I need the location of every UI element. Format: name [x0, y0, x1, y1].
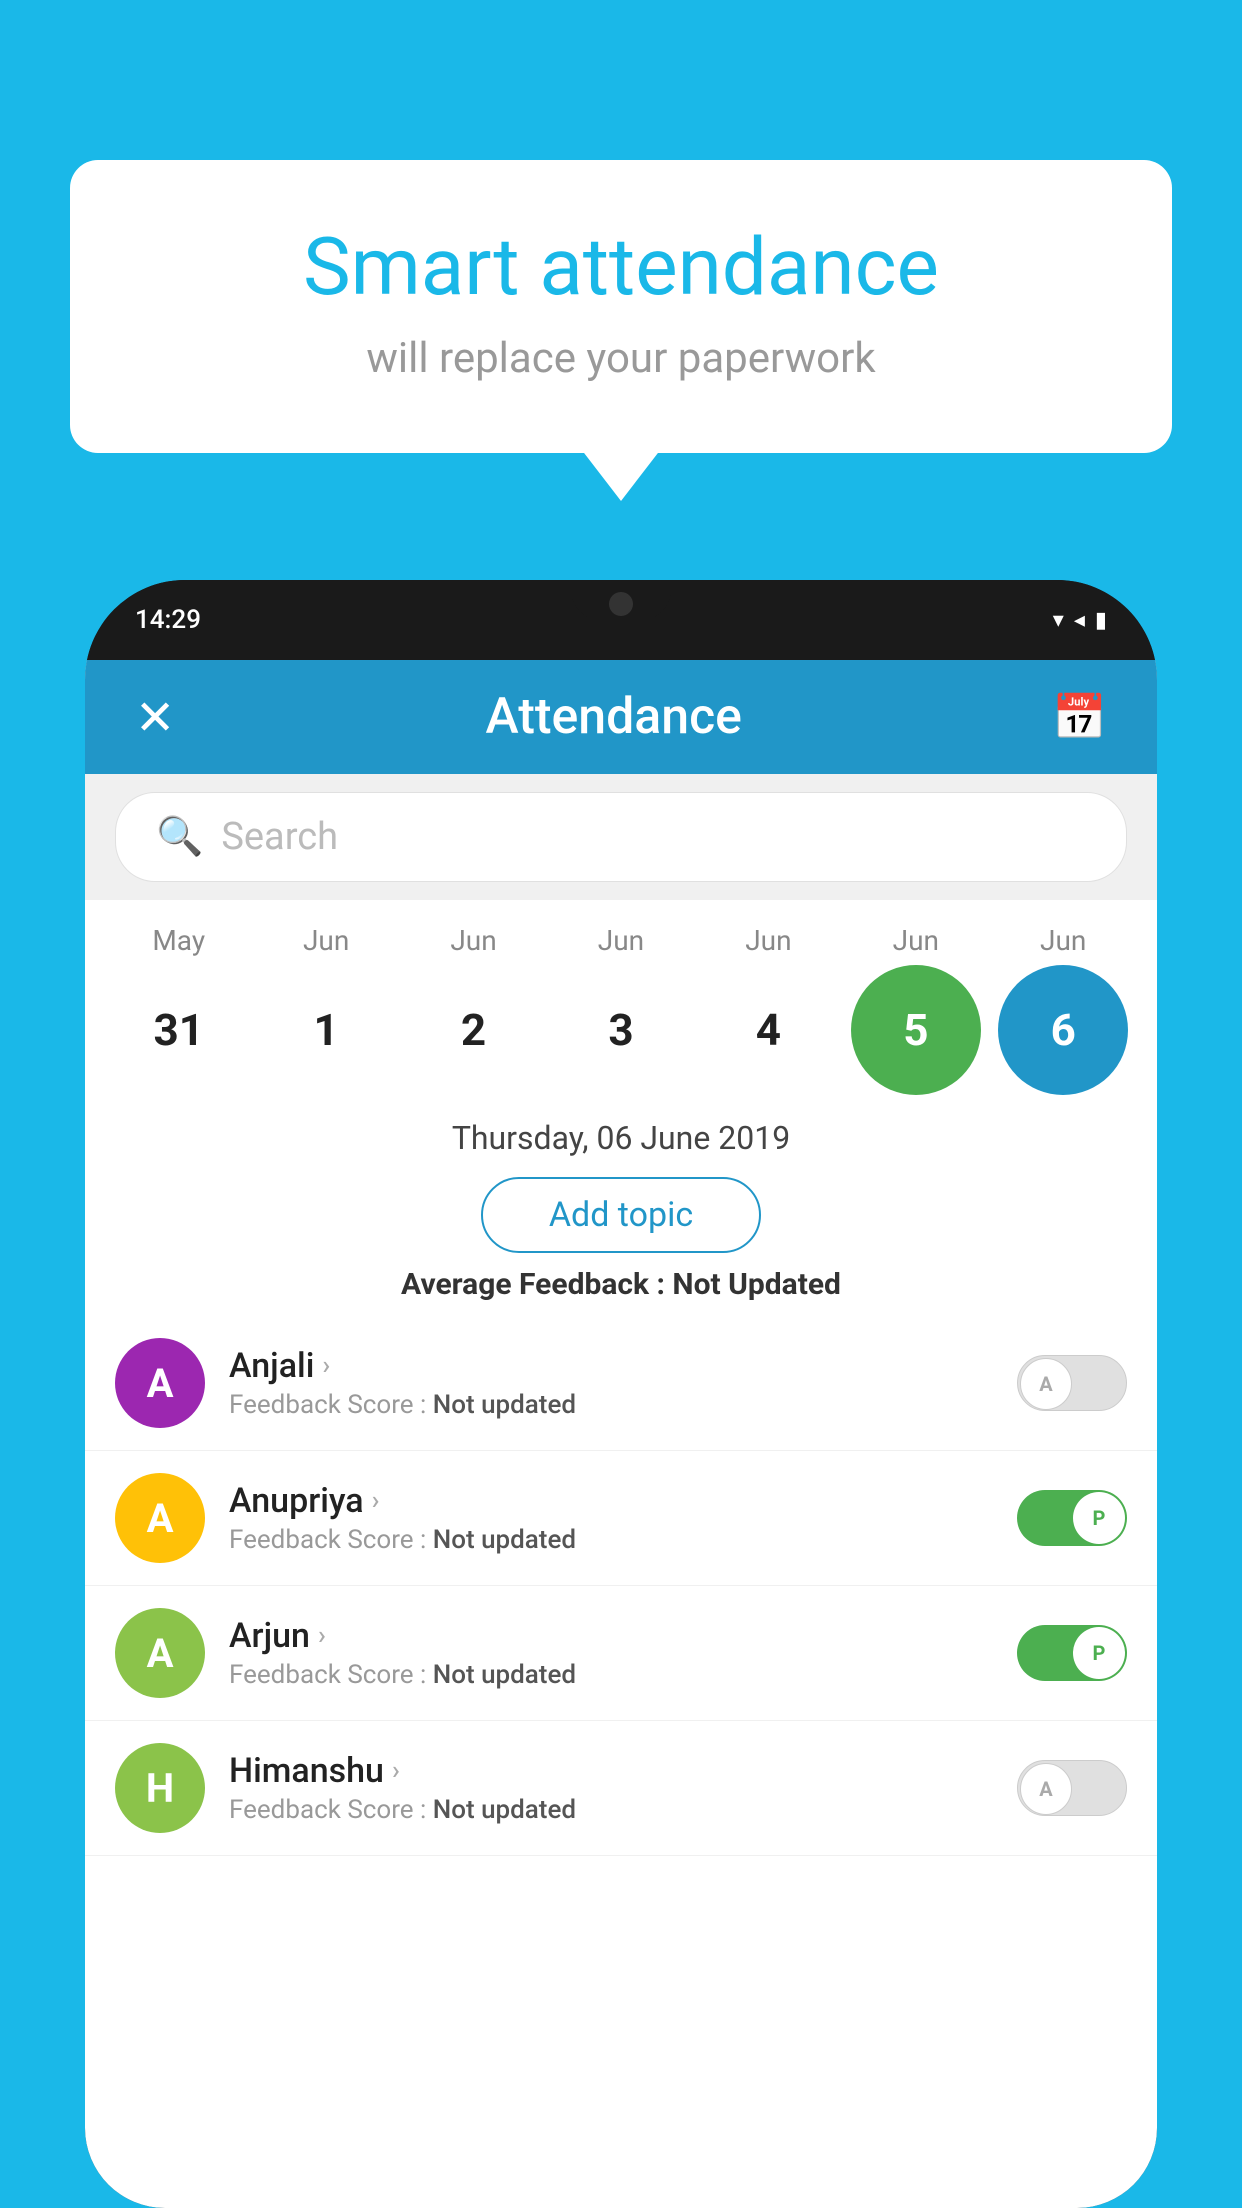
- student-feedback-0: Feedback Score : Not updated: [229, 1390, 1017, 1420]
- attendance-toggle-2[interactable]: P: [1017, 1625, 1127, 1681]
- date-cell-1[interactable]: 1: [261, 965, 391, 1095]
- feedback-value-3: Not updated: [433, 1795, 576, 1825]
- student-name-1: Anupriya ›: [229, 1481, 1017, 1521]
- feedback-value-0: Not updated: [433, 1390, 576, 1420]
- date-cell-5-today[interactable]: 5: [851, 965, 981, 1095]
- date-row: 31 1 2 3 4 5 6: [105, 965, 1137, 1095]
- student-item-himanshu[interactable]: H Himanshu › Feedback Score : Not update…: [85, 1721, 1157, 1856]
- month-cell-0: May: [114, 924, 244, 957]
- month-cell-1: Jun: [261, 924, 391, 957]
- student-avatar-1: A: [115, 1473, 205, 1563]
- search-icon: 🔍: [156, 815, 203, 859]
- attendance-toggle-1[interactable]: P: [1017, 1490, 1127, 1546]
- app-title: Attendance: [485, 688, 742, 746]
- toggle-knob-0: A: [1020, 1358, 1072, 1410]
- add-topic-button[interactable]: Add topic: [481, 1177, 761, 1253]
- student-avatar-2: A: [115, 1608, 205, 1698]
- speech-bubble-subtitle: will replace your paperwork: [150, 334, 1092, 383]
- date-cell-2[interactable]: 2: [409, 965, 539, 1095]
- average-feedback: Average Feedback : Not Updated: [85, 1267, 1157, 1316]
- month-cell-3: Jun: [556, 924, 686, 957]
- close-button[interactable]: ✕: [135, 689, 175, 746]
- student-info-0: Anjali › Feedback Score : Not updated: [229, 1346, 1017, 1420]
- phone-camera: [609, 592, 633, 616]
- chevron-icon: ›: [372, 1486, 380, 1516]
- feedback-value-1: Not updated: [433, 1525, 576, 1555]
- date-cell-6-selected[interactable]: 6: [998, 965, 1128, 1095]
- attendance-toggle-3[interactable]: A: [1017, 1760, 1127, 1816]
- calendar-icon[interactable]: 📅: [1052, 691, 1107, 743]
- student-avatar-0: A: [115, 1338, 205, 1428]
- toggle-knob-3: A: [1020, 1763, 1072, 1815]
- student-feedback-1: Feedback Score : Not updated: [229, 1525, 1017, 1555]
- avg-feedback-label: Average Feedback :: [401, 1267, 672, 1302]
- phone-notch: [571, 580, 671, 620]
- student-info-3: Himanshu › Feedback Score : Not updated: [229, 1751, 1017, 1825]
- signal-icon: ◂: [1074, 608, 1085, 633]
- chevron-icon: ›: [318, 1621, 326, 1651]
- student-list: A Anjali › Feedback Score : Not updated …: [85, 1316, 1157, 2208]
- speech-bubble-title: Smart attendance: [150, 220, 1092, 314]
- top-bar: ✕ Attendance 📅: [85, 660, 1157, 774]
- speech-bubble-container: Smart attendance will replace your paper…: [70, 160, 1172, 453]
- toggle-knob-2: P: [1073, 1627, 1125, 1679]
- status-icons: ▾ ◂ ▮: [1053, 608, 1107, 633]
- student-avatar-3: H: [115, 1743, 205, 1833]
- avg-feedback-value: Not Updated: [672, 1267, 841, 1302]
- search-bar-container: 🔍 Search: [85, 774, 1157, 900]
- chevron-icon: ›: [392, 1756, 400, 1786]
- month-cell-5: Jun: [851, 924, 981, 957]
- app-content: ✕ Attendance 📅 🔍 Search May Jun Jun Jun …: [85, 660, 1157, 2208]
- month-cell-4: Jun: [703, 924, 833, 957]
- month-cell-6: Jun: [998, 924, 1128, 957]
- chevron-icon: ›: [322, 1351, 330, 1381]
- student-item-anjali[interactable]: A Anjali › Feedback Score : Not updated …: [85, 1316, 1157, 1451]
- student-name-0: Anjali ›: [229, 1346, 1017, 1386]
- date-cell-31[interactable]: 31: [114, 965, 244, 1095]
- selected-date-label: Thursday, 06 June 2019: [85, 1105, 1157, 1167]
- month-cell-2: Jun: [409, 924, 539, 957]
- student-item-arjun[interactable]: A Arjun › Feedback Score : Not updated P: [85, 1586, 1157, 1721]
- student-info-1: Anupriya › Feedback Score : Not updated: [229, 1481, 1017, 1555]
- phone-notch-area: 14:29 ▾ ◂ ▮: [85, 580, 1157, 660]
- student-feedback-3: Feedback Score : Not updated: [229, 1795, 1017, 1825]
- date-cell-4[interactable]: 4: [703, 965, 833, 1095]
- search-placeholder: Search: [221, 815, 338, 859]
- student-name-2: Arjun ›: [229, 1616, 1017, 1656]
- speech-bubble: Smart attendance will replace your paper…: [70, 160, 1172, 453]
- search-input-box[interactable]: 🔍 Search: [115, 792, 1127, 882]
- wifi-icon: ▾: [1053, 608, 1064, 633]
- calendar-row: May Jun Jun Jun Jun Jun Jun 31 1 2 3 4 5…: [85, 900, 1157, 1105]
- date-cell-3[interactable]: 3: [556, 965, 686, 1095]
- toggle-knob-1: P: [1073, 1492, 1125, 1544]
- status-time: 14:29: [135, 605, 201, 635]
- attendance-toggle-0[interactable]: A: [1017, 1355, 1127, 1411]
- phone-frame: 14:29 ▾ ◂ ▮ ✕ Attendance 📅 🔍 Search May …: [85, 580, 1157, 2208]
- battery-icon: ▮: [1095, 608, 1107, 633]
- feedback-value-2: Not updated: [433, 1660, 576, 1690]
- student-info-2: Arjun › Feedback Score : Not updated: [229, 1616, 1017, 1690]
- month-row: May Jun Jun Jun Jun Jun Jun: [105, 924, 1137, 957]
- student-feedback-2: Feedback Score : Not updated: [229, 1660, 1017, 1690]
- student-name-3: Himanshu ›: [229, 1751, 1017, 1791]
- student-item-anupriya[interactable]: A Anupriya › Feedback Score : Not update…: [85, 1451, 1157, 1586]
